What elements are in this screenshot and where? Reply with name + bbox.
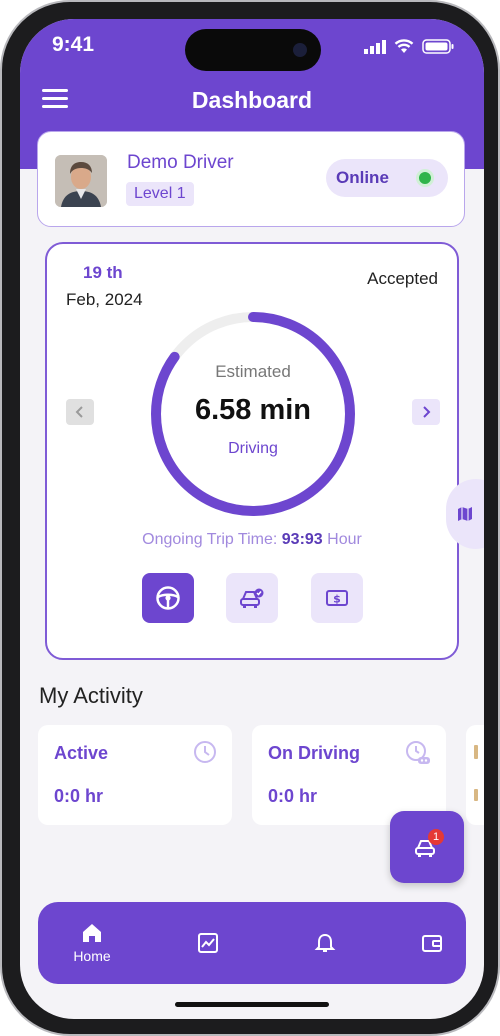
bell-icon xyxy=(314,933,336,952)
level-badge: Level 1 xyxy=(126,182,194,206)
activity-card-active[interactable]: Active 0:0 hr xyxy=(38,725,232,825)
chevron-right-icon xyxy=(423,406,431,418)
online-toggle[interactable]: Online xyxy=(326,159,448,197)
fare-button[interactable]: $ xyxy=(311,573,363,623)
battery-icon xyxy=(422,39,454,54)
activity-card-value: 0:0 hr xyxy=(54,786,104,806)
ongoing-unit: Hour xyxy=(327,531,362,548)
online-status-label: Online xyxy=(336,168,389,187)
estimate-label: Estimated xyxy=(215,362,291,381)
avatar xyxy=(55,155,107,207)
app-screen: 9:41 Dashboard Demo Driver Level 1 Onlin… xyxy=(20,19,484,1019)
trip-mode: Driving xyxy=(228,440,278,457)
map-icon xyxy=(458,507,472,521)
driver-card: Demo Driver Level 1 Online xyxy=(37,131,465,227)
activity-card-partial-mark xyxy=(474,789,478,801)
wifi-icon xyxy=(394,39,414,53)
activity-card-value: 0:0 hr xyxy=(268,786,318,806)
bottom-nav: Home xyxy=(38,902,466,984)
next-trip-button[interactable] xyxy=(412,399,440,425)
nav-wallet[interactable] xyxy=(407,902,457,984)
trip-card: 19 th Feb, 2024 Accepted Estimated 6.58 … xyxy=(45,242,459,660)
activity-card-partial-mark xyxy=(474,745,478,759)
clock-driving-icon xyxy=(406,741,430,764)
ongoing-label: Ongoing Trip Time: xyxy=(142,531,278,548)
activity-card-label: Active xyxy=(54,743,109,763)
steering-wheel-button[interactable] xyxy=(142,573,194,623)
car-check-button[interactable] xyxy=(226,573,278,623)
status-time: 9:41 xyxy=(52,33,95,56)
mute-switch xyxy=(0,182,2,216)
nav-home[interactable]: Home xyxy=(60,902,124,984)
trip-date-day: 19 th xyxy=(83,263,123,282)
steering-wheel-icon xyxy=(156,586,180,610)
dynamic-island xyxy=(185,29,321,71)
wallet-icon xyxy=(422,935,442,952)
activity-card-label: On Driving xyxy=(268,743,361,763)
dollar-bill-icon: $ xyxy=(326,590,348,606)
nav-analytics[interactable] xyxy=(183,902,233,984)
nav-notifications[interactable] xyxy=(300,902,350,984)
status-icons xyxy=(364,39,454,54)
trip-status: Accepted xyxy=(367,269,438,288)
phone-frame: 9:41 Dashboard Demo Driver Level 1 Onlin… xyxy=(0,0,500,1036)
notification-badge: 1 xyxy=(428,829,444,845)
driver-name: Demo Driver xyxy=(127,152,234,173)
ride-requests-button[interactable]: 1 xyxy=(390,811,464,883)
ongoing-trip-time: Ongoing Trip Time: 93:93 Hour xyxy=(47,531,457,549)
chevron-left-icon xyxy=(75,406,83,418)
chart-icon xyxy=(198,933,218,953)
page-title: Dashboard xyxy=(191,87,313,113)
home-icon xyxy=(83,924,101,942)
online-indicator-dot xyxy=(416,169,434,187)
car-check-icon xyxy=(240,588,264,608)
estimate-value: 6.58 min xyxy=(194,394,312,426)
trip-date-month: Feb, 2024 xyxy=(66,290,143,309)
volume-up-button xyxy=(0,246,2,312)
clock-icon xyxy=(194,741,216,763)
home-indicator xyxy=(175,1002,329,1007)
volume-down-button xyxy=(0,326,2,392)
svg-text:$: $ xyxy=(333,593,341,606)
ongoing-value: 93:93 xyxy=(281,531,323,548)
activity-card-on-driving[interactable]: On Driving 0:0 hr xyxy=(252,725,446,825)
camera-icon xyxy=(293,43,307,57)
prev-trip-button[interactable] xyxy=(66,399,94,425)
nav-home-label: Home xyxy=(73,948,111,964)
activity-title: My Activity xyxy=(39,683,143,708)
signal-icon xyxy=(364,39,386,54)
activity-card-partial[interactable] xyxy=(466,725,484,825)
